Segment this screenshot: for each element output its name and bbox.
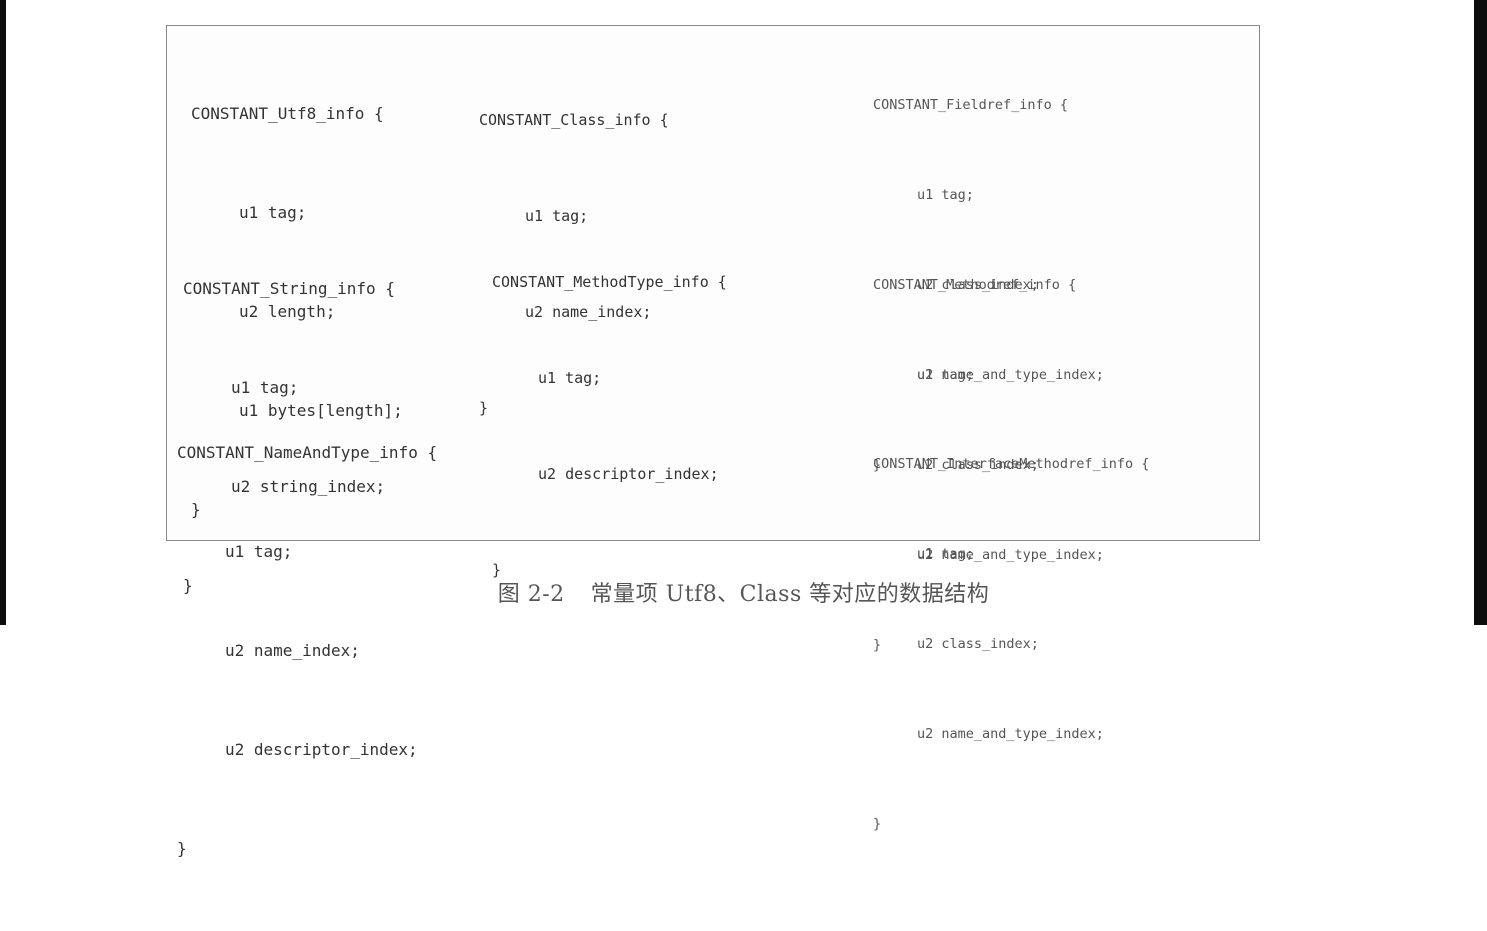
- figure-caption-text: 常量项 Utf8、Class 等对应的数据结构: [590, 582, 990, 607]
- struct-interfacemethodref-info: CONSTANT_InterfaceMethodref_info { u1 ta…: [873, 389, 1149, 899]
- struct-nameandtype-info: CONSTANT_NameAndType_info { u1 tag; u2 n…: [177, 370, 437, 931]
- struct-header: CONSTANT_NameAndType_info {: [177, 443, 438, 462]
- struct-field: u2 class_index;: [917, 636, 1039, 652]
- struct-header: CONSTANT_Utf8_info {: [191, 104, 384, 123]
- struct-header: CONSTANT_Methodref_info {: [873, 277, 1077, 293]
- struct-close: }: [177, 839, 187, 858]
- figure-number: 图 2-2: [497, 582, 565, 607]
- page-edge-right: [1474, 0, 1487, 625]
- struct-field: u2 descriptor_index;: [225, 740, 418, 759]
- figure-caption: 图 2-2 常量项 Utf8、Class 等对应的数据结构: [0, 576, 1487, 608]
- struct-field: u2 name_index;: [225, 641, 360, 660]
- struct-header: CONSTANT_Fieldref_info {: [873, 97, 1069, 113]
- struct-header: CONSTANT_Class_info {: [479, 111, 669, 129]
- struct-header: CONSTANT_String_info {: [183, 279, 395, 298]
- struct-header: CONSTANT_InterfaceMethodref_info {: [873, 456, 1150, 472]
- struct-header: CONSTANT_MethodType_info {: [492, 273, 727, 291]
- struct-field: u1 tag;: [538, 369, 602, 387]
- struct-field: u2 descriptor_index;: [538, 465, 719, 483]
- struct-field: u1 tag;: [225, 542, 293, 561]
- page-edge-left: [0, 0, 6, 625]
- struct-field: u1 tag;: [917, 367, 974, 383]
- struct-field: u2 name_and_type_index;: [917, 726, 1104, 742]
- figure-frame: CONSTANT_Utf8_info { u1 tag; u2 length; …: [166, 25, 1260, 858]
- struct-close: }: [873, 816, 882, 832]
- struct-field: u1 tag;: [917, 546, 974, 562]
- struct-field: u1 tag;: [917, 187, 974, 203]
